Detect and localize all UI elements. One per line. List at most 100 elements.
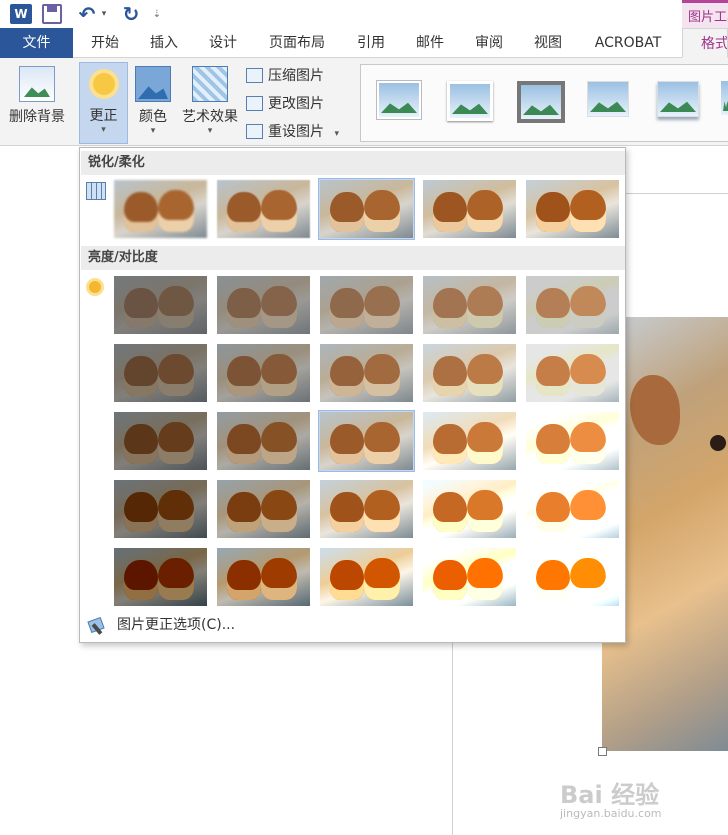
reset-picture-button[interactable]: 重设图片 ▾: [244, 120, 339, 144]
tab-file[interactable]: 文件: [0, 28, 73, 58]
thumb-image: [423, 344, 516, 402]
brightness-contrast-thumb[interactable]: [524, 274, 621, 336]
brightness-contrast-thumb[interactable]: [215, 478, 312, 540]
brightness-contrast-thumb[interactable]: [112, 274, 209, 336]
picture-style-thumb[interactable]: [657, 81, 699, 117]
thumb-image: [320, 276, 413, 334]
picture-style-thumb[interactable]: [587, 81, 629, 117]
sharpen-thumb[interactable]: [421, 178, 518, 240]
brightness-contrast-thumb[interactable]: [318, 546, 415, 608]
sharpen-thumb[interactable]: [318, 178, 415, 240]
thumb-image: [320, 180, 413, 238]
artistic-effects-label: 艺术效果: [182, 109, 238, 125]
compress-pictures-button[interactable]: 压缩图片: [244, 64, 324, 88]
sharpen-thumb[interactable]: [524, 178, 621, 240]
brightness-contrast-thumb[interactable]: [524, 342, 621, 404]
tab-insert[interactable]: 插入: [138, 28, 190, 58]
tab-design[interactable]: 设计: [198, 28, 248, 58]
brightness-contrast-thumb[interactable]: [421, 274, 518, 336]
watermark-brand: Bai 经验: [560, 781, 660, 809]
picture-style-thumb[interactable]: [377, 81, 421, 119]
thumb-image: [217, 412, 310, 470]
picture-style-thumb[interactable]: [721, 81, 728, 115]
sharpen-icon: [86, 182, 106, 200]
remove-background-icon: [19, 66, 55, 102]
customize-toolbar-icon[interactable]: ⇣: [150, 4, 164, 24]
change-picture-icon: [246, 96, 263, 111]
section-brightness-contrast: 亮度/对比度: [81, 246, 625, 270]
thumb-image: [526, 180, 619, 238]
context-tab-group-label: 图片工具: [682, 0, 728, 28]
brightness-contrast-thumb[interactable]: [524, 410, 621, 472]
brightness-contrast-thumb[interactable]: [215, 410, 312, 472]
picture-style-thumb[interactable]: [517, 81, 565, 123]
thumb-image: [320, 344, 413, 402]
corrections-button[interactable]: 更正 ▾: [79, 62, 128, 144]
remove-background-button[interactable]: 删除背景: [2, 62, 72, 144]
thumb-image: [423, 180, 516, 238]
tab-page-layout[interactable]: 页面布局: [257, 28, 337, 58]
artistic-effects-button[interactable]: 艺术效果 ▾: [178, 62, 242, 144]
thumb-image: [526, 480, 619, 538]
chevron-down-icon: ▾: [207, 126, 213, 136]
picture-corrections-options-label: 图片更正选项(C)...: [117, 617, 236, 633]
brightness-contrast-thumb[interactable]: [112, 410, 209, 472]
tab-references[interactable]: 引用: [346, 28, 396, 58]
dog-eye: [710, 435, 726, 451]
redo-icon[interactable]: ↻: [120, 2, 142, 26]
brightness-contrast-thumb[interactable]: [524, 546, 621, 608]
thumb-image: [114, 480, 207, 538]
picture-corrections-options-button[interactable]: 图片更正选项(C)...: [81, 610, 625, 640]
brightness-contrast-thumb[interactable]: [421, 410, 518, 472]
brightness-contrast-thumb[interactable]: [524, 478, 621, 540]
thumb-image: [423, 276, 516, 334]
brightness-contrast-thumb[interactable]: [215, 274, 312, 336]
compress-label: 压缩图片: [268, 68, 324, 84]
brightness-contrast-thumb[interactable]: [112, 342, 209, 404]
brightness-contrast-thumb[interactable]: [421, 342, 518, 404]
picture-style-thumb[interactable]: [447, 81, 493, 121]
chevron-down-icon: ▾: [334, 129, 339, 139]
tab-review[interactable]: 审阅: [464, 28, 514, 58]
corrections-label: 更正: [89, 108, 118, 124]
brightness-contrast-thumb[interactable]: [421, 546, 518, 608]
brightness-contrast-thumb[interactable]: [112, 478, 209, 540]
dog-ear: [630, 375, 680, 445]
word-logo-icon[interactable]: W: [10, 4, 32, 24]
thumb-image: [526, 276, 619, 334]
undo-icon[interactable]: ↶: [76, 2, 98, 26]
brightness-contrast-thumb[interactable]: [318, 274, 415, 336]
thumb-image: [423, 412, 516, 470]
thumb-image: [423, 480, 516, 538]
sharpen-thumb[interactable]: [112, 178, 209, 240]
brightness-contrast-thumb[interactable]: [318, 342, 415, 404]
thumb-image: [114, 180, 207, 238]
brightness-contrast-thumb[interactable]: [215, 546, 312, 608]
brightness-contrast-thumb[interactable]: [318, 410, 415, 472]
undo-dropdown-icon[interactable]: ▾: [99, 4, 109, 24]
brightness-icon: [89, 281, 101, 293]
save-icon[interactable]: [42, 4, 62, 24]
brightness-contrast-thumb[interactable]: [215, 342, 312, 404]
resize-handle[interactable]: [598, 747, 607, 756]
sharpen-thumb[interactable]: [215, 178, 312, 240]
thumb-image: [526, 412, 619, 470]
thumb-image: [217, 548, 310, 606]
thumb-image: [526, 344, 619, 402]
tab-mailings[interactable]: 邮件: [405, 28, 455, 58]
quick-access-toolbar: W ↶ ▾ ↻ ⇣ 图片工具: [0, 0, 728, 28]
brightness-contrast-thumb[interactable]: [421, 478, 518, 540]
change-picture-button[interactable]: 更改图片: [244, 92, 324, 116]
brightness-contrast-thumb[interactable]: [112, 546, 209, 608]
brightness-contrast-thumb[interactable]: [318, 478, 415, 540]
chevron-down-icon: ▾: [150, 126, 156, 136]
tab-home[interactable]: 开始: [80, 28, 130, 58]
thumb-image: [114, 412, 207, 470]
tab-acrobat[interactable]: ACROBAT: [586, 28, 670, 58]
color-label: 颜色: [139, 109, 167, 125]
watermark-url: jingyan.baidu.com: [560, 807, 662, 820]
tab-view[interactable]: 视图: [523, 28, 573, 58]
remove-background-label: 删除背景: [9, 109, 65, 125]
color-button[interactable]: 颜色 ▾: [132, 62, 174, 144]
tab-format[interactable]: 格式: [682, 28, 728, 58]
